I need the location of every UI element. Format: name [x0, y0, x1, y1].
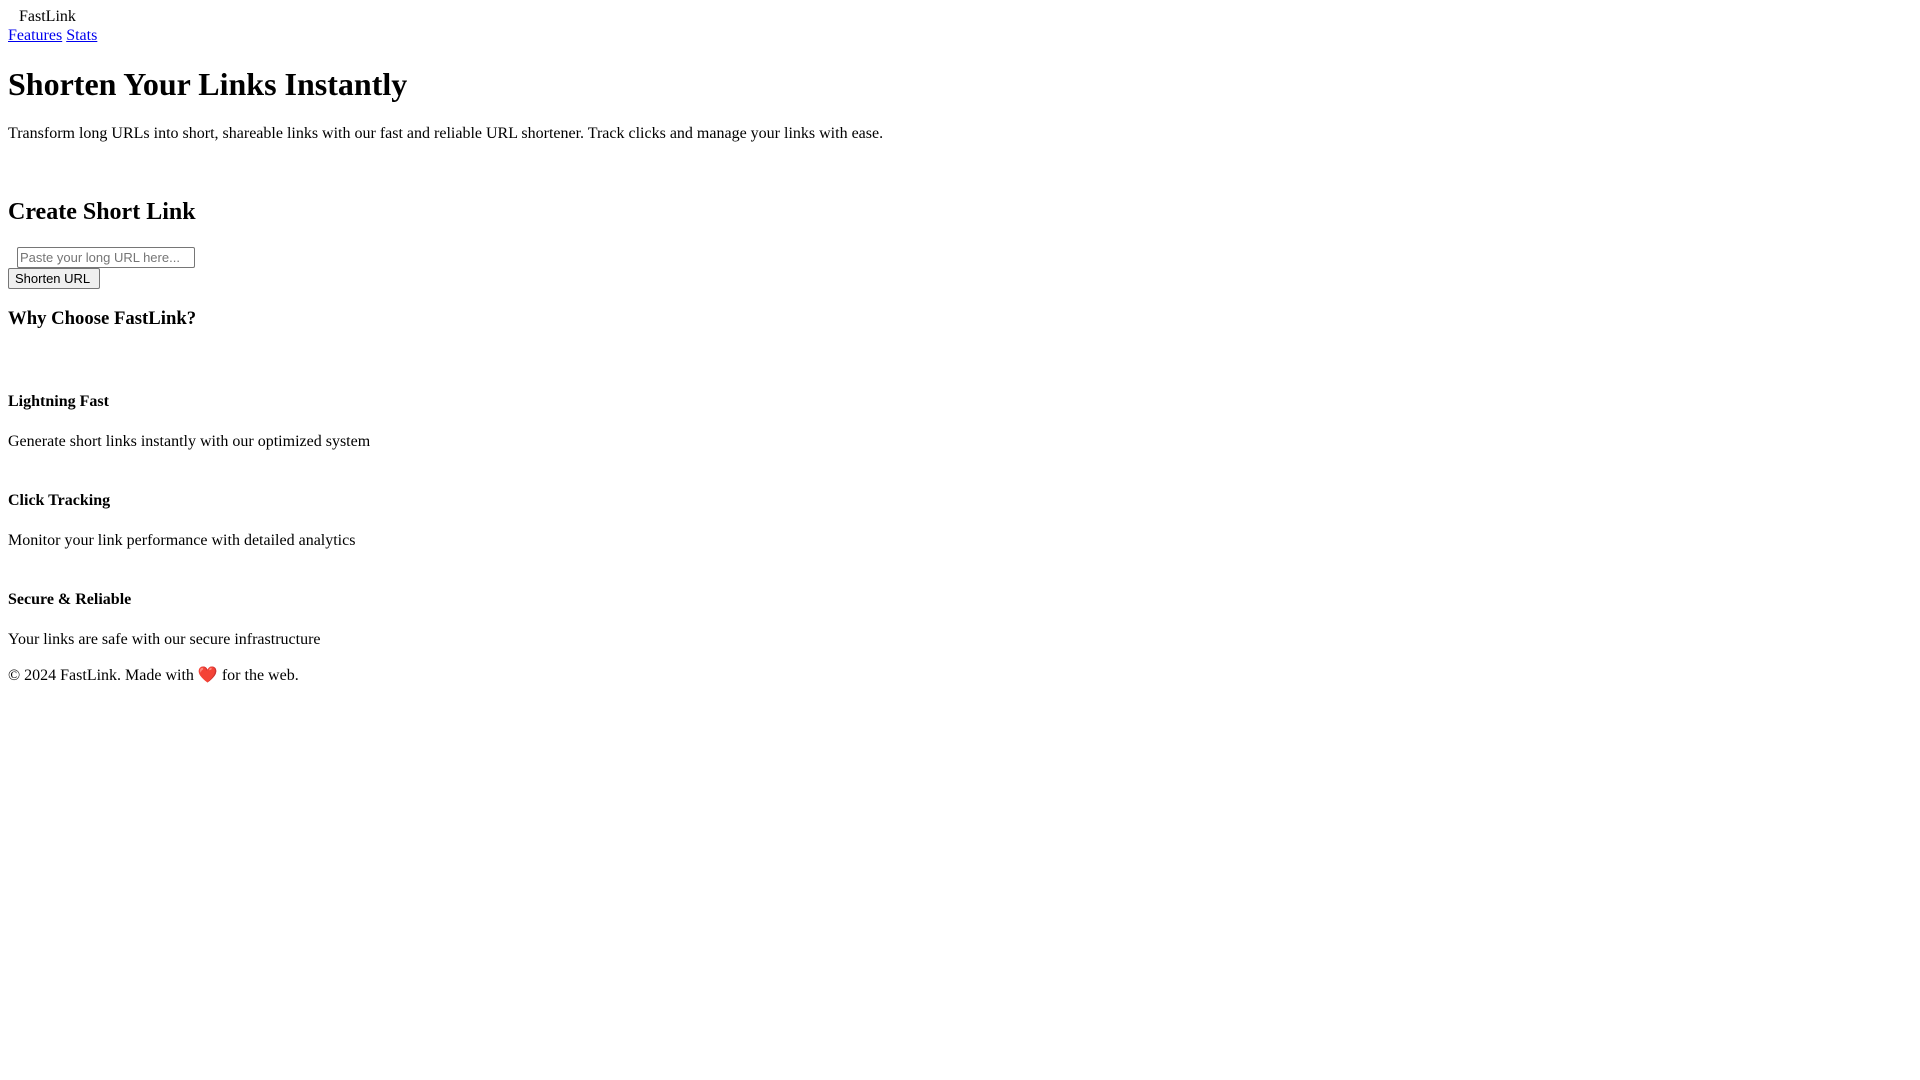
feature-title: Lightning Fast [8, 393, 109, 410]
url-input-row [8, 246, 1912, 268]
magic-icon [8, 159, 1912, 178]
features-section: Why Choose FastLink? Lightning Fast Gene… [8, 308, 1912, 649]
shortener-title: Create Short Link [8, 199, 196, 225]
page: FastLink Features Stats Shorten Your Lin… [0, 7, 1920, 685]
feature-card: Click Tracking Monitor your link perform… [8, 451, 1912, 550]
shorten-url-button-label: Shorten URL [15, 271, 91, 286]
feature-description: Generate short links instantly with our … [8, 433, 371, 450]
footer-suffix: for the web. [221, 667, 299, 684]
chart-icon [8, 451, 1912, 470]
hero-title: Shorten Your Links Instantly [8, 66, 408, 102]
feature-title: Click Tracking [8, 492, 111, 509]
feature-description: Monitor your link performance with detai… [8, 532, 356, 549]
shortener-section: Create Short Link Shorten URL [8, 159, 1912, 289]
features-title: Why Choose FastLink? [8, 308, 197, 329]
site-footer: © 2024 FastLink. Made with ❤️ for the we… [8, 665, 1912, 685]
hero-subtitle: Transform long URLs into short, shareabl… [8, 125, 884, 142]
brand[interactable]: FastLink [8, 7, 1912, 26]
shorten-form: Shorten URL [8, 246, 1912, 289]
bolt-icon [8, 352, 1912, 371]
feature-card: Lightning Fast Generate short links inst… [8, 352, 1912, 451]
brand-name: FastLink [19, 8, 76, 25]
shield-icon [8, 550, 1912, 569]
main-nav: Features Stats [8, 26, 1912, 45]
site-header: FastLink Features Stats [8, 7, 1912, 45]
heart-icon: ❤️ [197, 665, 218, 684]
feature-description: Your links are safe with our secure infr… [8, 631, 321, 648]
feature-title: Secure & Reliable [8, 591, 132, 608]
hero-section: Shorten Your Links Instantly Transform l… [8, 66, 1912, 143]
shorten-url-button[interactable]: Shorten URL [8, 268, 101, 289]
url-input[interactable] [17, 246, 195, 268]
nav-link-features[interactable]: Features [8, 27, 62, 44]
footer-prefix: © 2024 FastLink. Made with [8, 667, 194, 684]
nav-link-stats[interactable]: Stats [66, 27, 97, 44]
feature-card: Secure & Reliable Your links are safe wi… [8, 550, 1912, 649]
